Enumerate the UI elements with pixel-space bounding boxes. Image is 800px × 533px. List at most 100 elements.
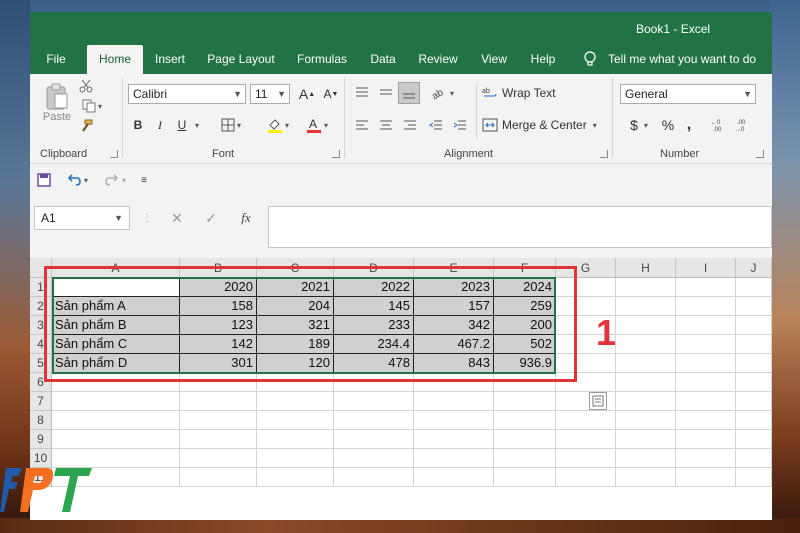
borders-button[interactable]: ▾	[216, 116, 246, 134]
undo-icon[interactable]: ▾	[62, 172, 92, 188]
cell-c5[interactable]: 120	[257, 354, 334, 373]
cell-b3[interactable]: 123	[180, 316, 257, 335]
cell-j2[interactable]	[736, 297, 772, 316]
orientation-button[interactable]: ab ▾	[428, 84, 458, 102]
row-header-6[interactable]: 6	[30, 373, 52, 392]
cell-c3[interactable]: 321	[257, 316, 334, 335]
align-bottom-icon[interactable]	[398, 82, 420, 104]
name-box[interactable]: A1 ▼	[34, 206, 130, 230]
cell-j11[interactable]	[736, 468, 772, 487]
fill-color-button[interactable]: ▾	[262, 116, 294, 134]
cell-d8[interactable]	[334, 411, 414, 430]
cell-b5[interactable]: 301	[180, 354, 257, 373]
cell-j7[interactable]	[736, 392, 772, 411]
column-header-d[interactable]: D	[334, 258, 414, 278]
cell-e5[interactable]: 843	[414, 354, 494, 373]
row-header-7[interactable]: 7	[30, 392, 52, 411]
cell-f10[interactable]	[494, 449, 556, 468]
cell-e8[interactable]	[414, 411, 494, 430]
format-painter-icon[interactable]	[78, 118, 94, 134]
customize-toolbar-icon[interactable]: ≡	[138, 172, 150, 188]
tab-file[interactable]: File	[34, 45, 78, 74]
number-format-select[interactable]: General ▼	[620, 84, 756, 104]
cell-g7[interactable]	[556, 392, 616, 411]
cell-g11[interactable]	[556, 468, 616, 487]
cell-h3[interactable]	[616, 316, 676, 335]
cell-j4[interactable]	[736, 335, 772, 354]
cell-e10[interactable]	[414, 449, 494, 468]
paste-button[interactable]: Paste	[40, 80, 74, 126]
currency-button[interactable]: $ ▾	[624, 116, 654, 134]
cell-a9[interactable]	[52, 430, 180, 449]
cell-h4[interactable]	[616, 335, 676, 354]
row-header-4[interactable]: 4	[30, 335, 52, 354]
cell-e1[interactable]: 2023	[414, 278, 494, 297]
cell-c9[interactable]	[257, 430, 334, 449]
cell-h9[interactable]	[616, 430, 676, 449]
font-color-button[interactable]: A ▾	[302, 116, 332, 134]
cell-j9[interactable]	[736, 430, 772, 449]
column-header-f[interactable]: F	[494, 258, 556, 278]
cell-e6[interactable]	[414, 373, 494, 392]
column-header-j[interactable]: J	[736, 258, 772, 278]
cell-d7[interactable]	[334, 392, 414, 411]
cell-b9[interactable]	[180, 430, 257, 449]
tell-me-search[interactable]: Tell me what you want to do	[608, 45, 758, 74]
increase-decimal-icon[interactable]: ←0.00	[710, 116, 730, 134]
row-header-9[interactable]: 9	[30, 430, 52, 449]
font-name-select[interactable]: Calibri ▼	[128, 84, 246, 104]
cell-i3[interactable]	[676, 316, 736, 335]
cell-c1[interactable]: 2021	[257, 278, 334, 297]
cell-j10[interactable]	[736, 449, 772, 468]
cell-j5[interactable]	[736, 354, 772, 373]
font-size-select[interactable]: 11 ▼	[250, 84, 290, 104]
cell-c6[interactable]	[257, 373, 334, 392]
align-left-icon[interactable]	[352, 116, 372, 134]
cell-f3[interactable]: 200	[494, 316, 556, 335]
cell-c11[interactable]	[257, 468, 334, 487]
redo-icon[interactable]: ▾	[100, 172, 130, 188]
cell-d3[interactable]: 233	[334, 316, 414, 335]
cell-e9[interactable]	[414, 430, 494, 449]
cell-d11[interactable]	[334, 468, 414, 487]
insert-function-icon[interactable]: fx	[236, 210, 256, 226]
cell-j6[interactable]	[736, 373, 772, 392]
cell-c2[interactable]: 204	[257, 297, 334, 316]
italic-button[interactable]: I	[152, 116, 168, 134]
font-launcher-icon[interactable]	[332, 150, 340, 158]
cell-d6[interactable]	[334, 373, 414, 392]
cell-e4[interactable]: 467.2	[414, 335, 494, 354]
cell-d4[interactable]: 234.4	[334, 335, 414, 354]
cell-a7[interactable]	[52, 392, 180, 411]
decrease-decimal-icon[interactable]: .00 →0	[734, 116, 754, 134]
cell-e11[interactable]	[414, 468, 494, 487]
formula-input[interactable]	[268, 206, 772, 248]
cell-a4[interactable]: Sản phẩm C	[52, 335, 180, 354]
cell-h2[interactable]	[616, 297, 676, 316]
cell-b1[interactable]: 2020	[180, 278, 257, 297]
row-header-5[interactable]: 5	[30, 354, 52, 373]
cell-d10[interactable]	[334, 449, 414, 468]
cell-g8[interactable]	[556, 411, 616, 430]
cell-b4[interactable]: 142	[180, 335, 257, 354]
cell-d5[interactable]: 478	[334, 354, 414, 373]
cell-i2[interactable]	[676, 297, 736, 316]
cell-b6[interactable]	[180, 373, 257, 392]
column-header-b[interactable]: B	[180, 258, 257, 278]
cell-a1[interactable]	[52, 278, 180, 297]
tab-formulas[interactable]: Formulas	[292, 45, 352, 74]
cell-f6[interactable]	[494, 373, 556, 392]
cell-f9[interactable]	[494, 430, 556, 449]
align-middle-icon[interactable]	[376, 84, 396, 102]
column-header-c[interactable]: C	[257, 258, 334, 278]
cell-j1[interactable]	[736, 278, 772, 297]
wrap-text-button[interactable]: ab Wrap Text	[482, 84, 558, 102]
align-top-icon[interactable]	[352, 84, 372, 102]
cell-a5[interactable]: Sản phẩm D	[52, 354, 180, 373]
cell-c4[interactable]: 189	[257, 335, 334, 354]
cell-i8[interactable]	[676, 411, 736, 430]
row-header-2[interactable]: 2	[30, 297, 52, 316]
cell-i5[interactable]	[676, 354, 736, 373]
increase-font-size-icon[interactable]: A ▲	[296, 85, 318, 103]
cell-b8[interactable]	[180, 411, 257, 430]
